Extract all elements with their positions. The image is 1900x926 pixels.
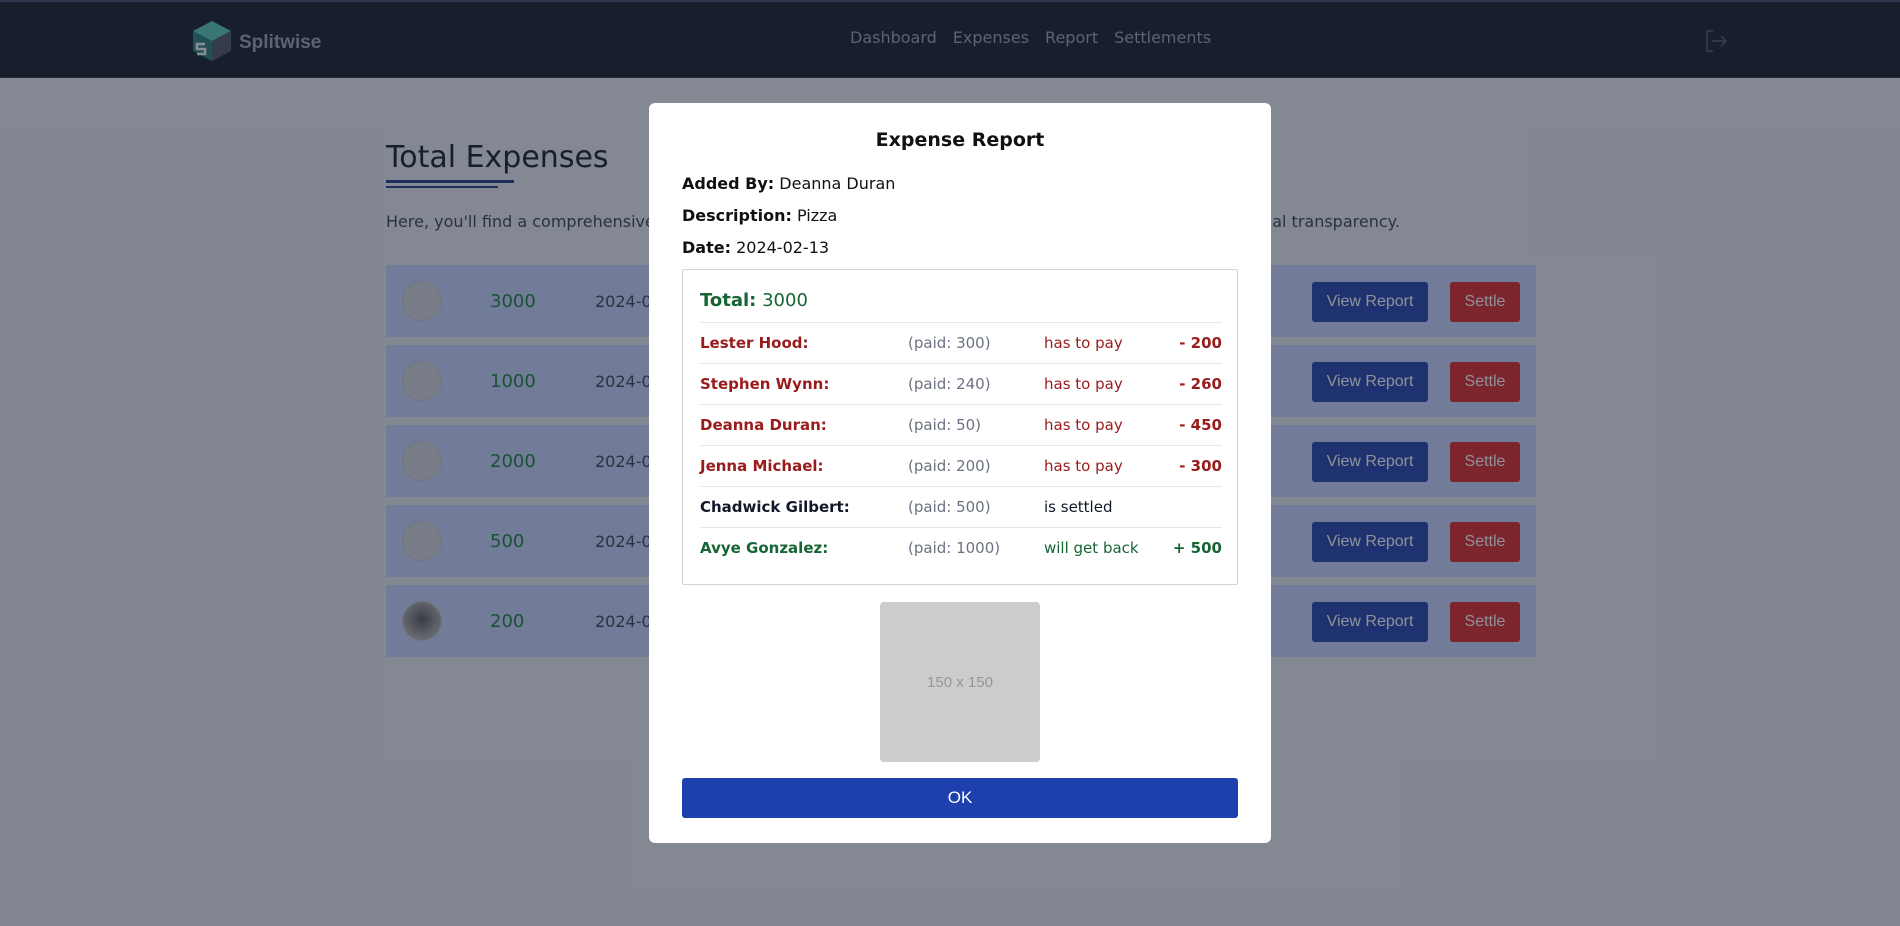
- expense-report-modal: Expense Report Added By: Deanna Duran De…: [649, 103, 1271, 843]
- participant-amount: - 300: [1179, 457, 1222, 475]
- participant-name: Deanna Duran:: [700, 416, 827, 434]
- participant-name: Stephen Wynn:: [700, 375, 830, 393]
- description-value: Pizza: [796, 206, 838, 225]
- participant-status: is settled: [1044, 498, 1113, 516]
- split-breakdown: Total: 3000 Lester Hood: (paid: 300) has…: [682, 269, 1238, 585]
- participant-amount: - 260: [1179, 375, 1222, 393]
- total-value: 3000: [762, 290, 808, 311]
- total: Total: 3000: [700, 290, 808, 311]
- description-label: Description:: [682, 206, 792, 225]
- participant-paid: (paid: 50): [908, 416, 982, 434]
- description: Description: Pizza: [682, 206, 837, 225]
- participant-row: Lester Hood: (paid: 300) has to pay - 20…: [700, 322, 1222, 363]
- expense-date: Date: 2024-02-13: [682, 238, 829, 257]
- date-value: 2024-02-13: [736, 238, 830, 257]
- receipt-image-placeholder: 150 x 150: [880, 602, 1040, 762]
- ok-button[interactable]: OK: [682, 778, 1238, 818]
- participant-row: Stephen Wynn: (paid: 240) has to pay - 2…: [700, 363, 1222, 404]
- added-by-label: Added By:: [682, 174, 775, 193]
- participant-status: has to pay: [1044, 375, 1123, 393]
- participant-status: has to pay: [1044, 334, 1123, 352]
- added-by: Added By: Deanna Duran: [682, 174, 895, 193]
- total-label: Total:: [700, 290, 757, 311]
- added-by-value: Deanna Duran: [779, 174, 896, 193]
- participant-paid: (paid: 240): [908, 375, 991, 393]
- participant-status: has to pay: [1044, 416, 1123, 434]
- participant-name: Jenna Michael:: [700, 457, 824, 475]
- date-label: Date:: [682, 238, 731, 257]
- participant-paid: (paid: 1000): [908, 539, 1001, 557]
- participant-row: Deanna Duran: (paid: 50) has to pay - 45…: [700, 404, 1222, 445]
- participant-amount: - 450: [1179, 416, 1222, 434]
- participant-row: Chadwick Gilbert: (paid: 500) is settled: [700, 486, 1222, 527]
- participant-amount: + 500: [1172, 539, 1222, 557]
- modal-title: Expense Report: [875, 129, 1045, 151]
- participant-row: Jenna Michael: (paid: 200) has to pay - …: [700, 445, 1222, 486]
- participant-name: Chadwick Gilbert:: [700, 498, 850, 516]
- participant-amount: - 200: [1179, 334, 1222, 352]
- participant-status: will get back: [1044, 539, 1139, 557]
- participant-name: Avye Gonzalez:: [700, 539, 829, 557]
- participant-paid: (paid: 200): [908, 457, 991, 475]
- participant-status: has to pay: [1044, 457, 1123, 475]
- participant-paid: (paid: 500): [908, 498, 991, 516]
- participant-row: Avye Gonzalez: (paid: 1000) will get bac…: [700, 527, 1222, 568]
- participant-paid: (paid: 300): [908, 334, 991, 352]
- participant-name: Lester Hood:: [700, 334, 809, 352]
